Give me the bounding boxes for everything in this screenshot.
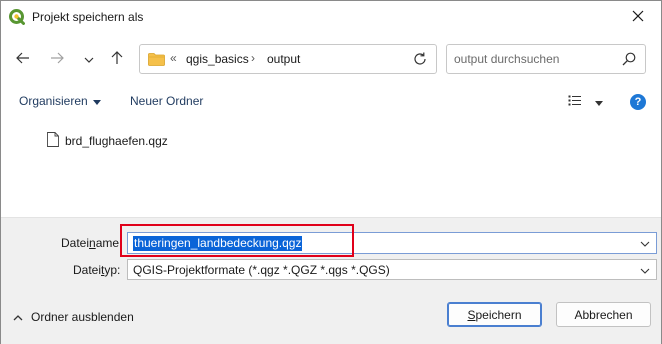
overflow-chevron[interactable]: « [170,51,177,65]
view-options-button[interactable] [568,95,603,109]
chevron-down-icon[interactable] [640,238,650,248]
details-view-icon [568,95,582,109]
title-bar: Projekt speichern als [1,1,661,33]
file-list: brd_flughaefen.qgz [1,119,661,217]
search-icon[interactable] [622,52,636,66]
cancel-button[interactable]: Abbrechen [556,302,651,327]
save-button[interactable]: Speichern [447,302,542,327]
filename-input[interactable]: thueringen_landbedeckung.qgz [127,232,657,254]
back-button[interactable] [11,48,35,70]
arrow-up-icon [111,50,123,68]
chevron-down-icon [84,52,94,66]
organize-label: Organisieren [19,94,88,108]
filetype-select[interactable]: QGIS-Projektformate (*.qgz *.QGZ *.qgs *… [127,259,657,280]
close-button[interactable] [615,1,661,33]
cancel-label: Abbrechen [574,307,633,322]
address-bar[interactable]: « qgis_basics › output [139,44,437,74]
breadcrumb-output[interactable]: output [267,52,300,66]
file-item[interactable]: brd_flughaefen.qgz [47,131,168,151]
filename-label: Dateiname: [61,236,123,250]
command-bar: Organisieren Neuer Ordner ? [1,85,661,119]
caret-down-icon [595,95,603,109]
caret-down-icon [92,94,101,108]
filetype-label: Dateityp: [73,263,121,277]
qgis-logo-icon [9,9,25,25]
refresh-icon[interactable] [412,51,428,67]
hide-folders-label: Ordner ausblenden [31,310,134,324]
forward-button[interactable] [45,48,69,70]
arrow-left-icon [16,52,30,67]
up-button[interactable] [105,48,129,70]
filename-value: thueringen_landbedeckung.qgz [133,236,303,251]
arrow-right-icon [50,52,64,67]
close-icon [632,10,644,25]
filetype-value: QGIS-Projektformate (*.qgz *.QGZ *.qgs *… [133,263,390,277]
recent-locations-button[interactable] [77,48,101,70]
save-project-dialog: Projekt speichern als « qgis_basics › ou… [0,0,662,344]
help-icon: ? [630,94,646,110]
chevron-down-icon [640,265,650,275]
hide-folders-toggle[interactable]: Ordner ausblenden [13,310,134,324]
breadcrumb-separator: › [251,51,255,65]
navigation-bar: « qgis_basics › output [1,33,661,85]
window-title: Projekt speichern als [32,10,144,24]
save-label: Speichern [467,307,522,322]
search-input[interactable] [454,51,614,67]
breadcrumb-qgis-basics[interactable]: qgis_basics [186,52,249,66]
file-icon [47,132,59,150]
save-form-panel: Dateiname: thueringen_landbedeckung.qgz … [1,217,661,344]
organize-menu[interactable]: Organisieren [19,94,101,108]
new-folder-button[interactable]: Neuer Ordner [130,94,203,108]
search-box [446,44,646,74]
new-folder-label: Neuer Ordner [130,94,204,108]
help-button[interactable]: ? [630,94,646,110]
chevron-up-icon [13,310,23,324]
file-name: brd_flughaefen.qgz [65,134,168,148]
folder-icon [148,53,165,66]
